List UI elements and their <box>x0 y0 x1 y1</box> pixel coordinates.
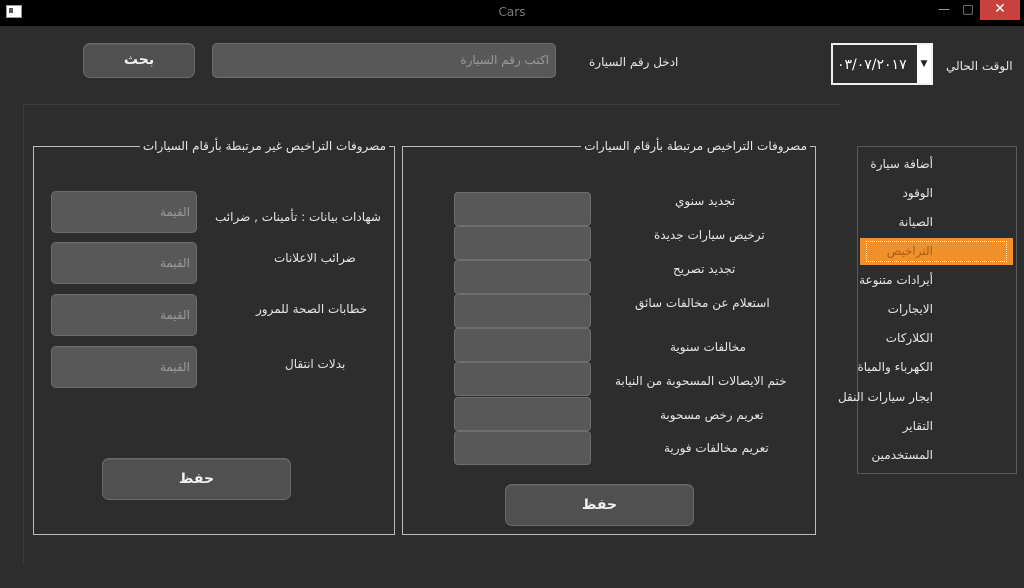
sidebar-item-label: الكلاركات <box>885 331 933 345</box>
sidebar-item-label: الوقود <box>902 186 933 200</box>
main-window: الوقت الحالي ٠٣/٠٧/٢٠١٧ ▼ ادخل رقم السيا… <box>6 26 1018 586</box>
save-unlinked-button[interactable]: حفظ <box>102 458 291 500</box>
sidebar-item-users[interactable]: المستخدمين <box>860 442 1013 469</box>
value-input-annual-violations[interactable] <box>454 328 591 362</box>
sidebar-item-rents[interactable]: الايجارات <box>860 296 1013 323</box>
current-time-label: الوقت الحالي <box>946 59 1013 73</box>
sidebar-item-label: أضافة سيارة <box>870 157 933 171</box>
sidebar-item-label: الكهرباء والمياة <box>857 360 933 374</box>
value-placeholder: القيمة <box>159 256 190 270</box>
sidebar-item-label: الصيانة <box>898 215 933 229</box>
value-input-data-certificates[interactable]: القيمة <box>51 191 197 233</box>
value-input-health-letters[interactable]: القيمة <box>51 294 197 336</box>
sidebar-item-label: التراخيص <box>886 244 933 258</box>
search-button[interactable]: بحث <box>83 43 195 78</box>
row-label-stamp-receipts: ختم الايصالات المسحوبة من النيابة <box>615 374 787 388</box>
row-label-new-car-license: ترخيص سيارات جديدة <box>654 228 765 242</box>
row-label-health-letters: خطابات الصحة للمرور <box>256 302 368 316</box>
minimize-button[interactable]: — <box>932 0 956 20</box>
value-input-ad-taxes[interactable]: القيمة <box>51 242 197 284</box>
linked-group-title: مصروفات التراخيص مرتبطة بأرقام السيارات <box>581 139 810 153</box>
row-label-immediate-violations-fine: تعريم مخالفات فورية <box>664 441 769 455</box>
row-label-annual-renewal: تجديد سنوي <box>675 194 736 208</box>
value-input-permit-renewal[interactable] <box>454 260 591 294</box>
sidebar-item-label: التقاير <box>902 419 933 433</box>
linked-expenses-group: مصروفات التراخيص مرتبطة بأرقام السيارات … <box>402 139 816 535</box>
row-label-withdrawn-licenses-fine: تعريم رخص مسحوبة <box>660 408 764 422</box>
unlinked-expenses-group: مصروفات التراخيص غير مرتبطة بأرقام السيا… <box>33 139 395 535</box>
car-number-placeholder: اكتب رقم السيارة <box>460 53 549 67</box>
unlinked-group-title: مصروفات التراخيص غير مرتبطة بأرقام السيا… <box>139 139 389 153</box>
row-label-annual-violations: مخالفات سنوية <box>670 340 746 354</box>
sidebar-item-transport-rental[interactable]: ايجار سيارات النقل <box>838 384 1013 411</box>
sidebar-item-licenses[interactable]: التراخيص <box>860 238 1013 265</box>
sidebar-item-maintenance[interactable]: الصيانة <box>860 209 1013 236</box>
row-label-ad-taxes: ضرائب الاعلانات <box>274 251 356 265</box>
sidebar-item-add-car[interactable]: أضافة سيارة <box>860 151 1013 178</box>
sidebar-item-label: المستخدمين <box>871 448 933 462</box>
title-bar: Cars — □ ✕ <box>0 0 1024 26</box>
row-label-travel-allowance: بدلات انتقال <box>285 357 346 371</box>
save-linked-button[interactable]: حفظ <box>505 484 694 526</box>
sidebar-item-fuel[interactable]: الوقود <box>860 180 1013 207</box>
row-label-data-certificates: شهادات بيانات : تأمينات , ضرائب <box>215 210 381 224</box>
chevron-down-icon[interactable]: ▼ <box>917 45 931 83</box>
value-input-new-car-license[interactable] <box>454 226 591 260</box>
value-input-withdrawn-licenses-fine[interactable] <box>454 397 591 431</box>
sidebar-item-clerks[interactable]: الكلاركات <box>860 325 1013 352</box>
car-number-label: ادخل رقم السيارة <box>589 55 679 69</box>
close-button[interactable]: ✕ <box>980 0 1020 20</box>
sidebar-item-label: الايجارات <box>887 302 933 316</box>
sidebar-item-utilities[interactable]: الكهرباء والمياة <box>857 354 1013 381</box>
car-number-input[interactable]: اكتب رقم السيارة <box>212 43 556 78</box>
row-label-driver-violations-inquiry: استعلام عن مخالفات سائق <box>635 296 770 310</box>
sidebar-item-label: أيرادات متنوعة <box>859 273 933 287</box>
value-input-immediate-violations-fine[interactable] <box>454 431 591 465</box>
sidebar-item-misc-revenue[interactable]: أيرادات متنوعة <box>859 267 1013 294</box>
date-value: ٠٣/٠٧/٢٠١٧ <box>837 57 907 73</box>
sidebar-item-label: ايجار سيارات النقل <box>837 390 933 404</box>
value-placeholder: القيمة <box>159 360 190 374</box>
row-label-permit-renewal: تجديد تصريح <box>673 262 736 276</box>
sidebar-menu: أضافة سيارة الوقود الصيانة التراخيص أيرا… <box>838 146 1017 474</box>
maximize-button[interactable]: □ <box>956 0 980 20</box>
value-placeholder: القيمة <box>159 308 190 322</box>
date-picker[interactable]: ٠٣/٠٧/٢٠١٧ ▼ <box>831 43 933 85</box>
sidebar-item-reports[interactable]: التقاير <box>860 413 1013 440</box>
value-input-stamp-receipts[interactable] <box>454 362 591 396</box>
value-input-travel-allowance[interactable]: القيمة <box>51 346 197 388</box>
value-placeholder: القيمة <box>159 205 190 219</box>
value-input-annual-renewal[interactable] <box>454 192 591 226</box>
value-input-driver-violations-inquiry[interactable] <box>454 294 591 328</box>
window-title: Cars <box>498 5 526 19</box>
